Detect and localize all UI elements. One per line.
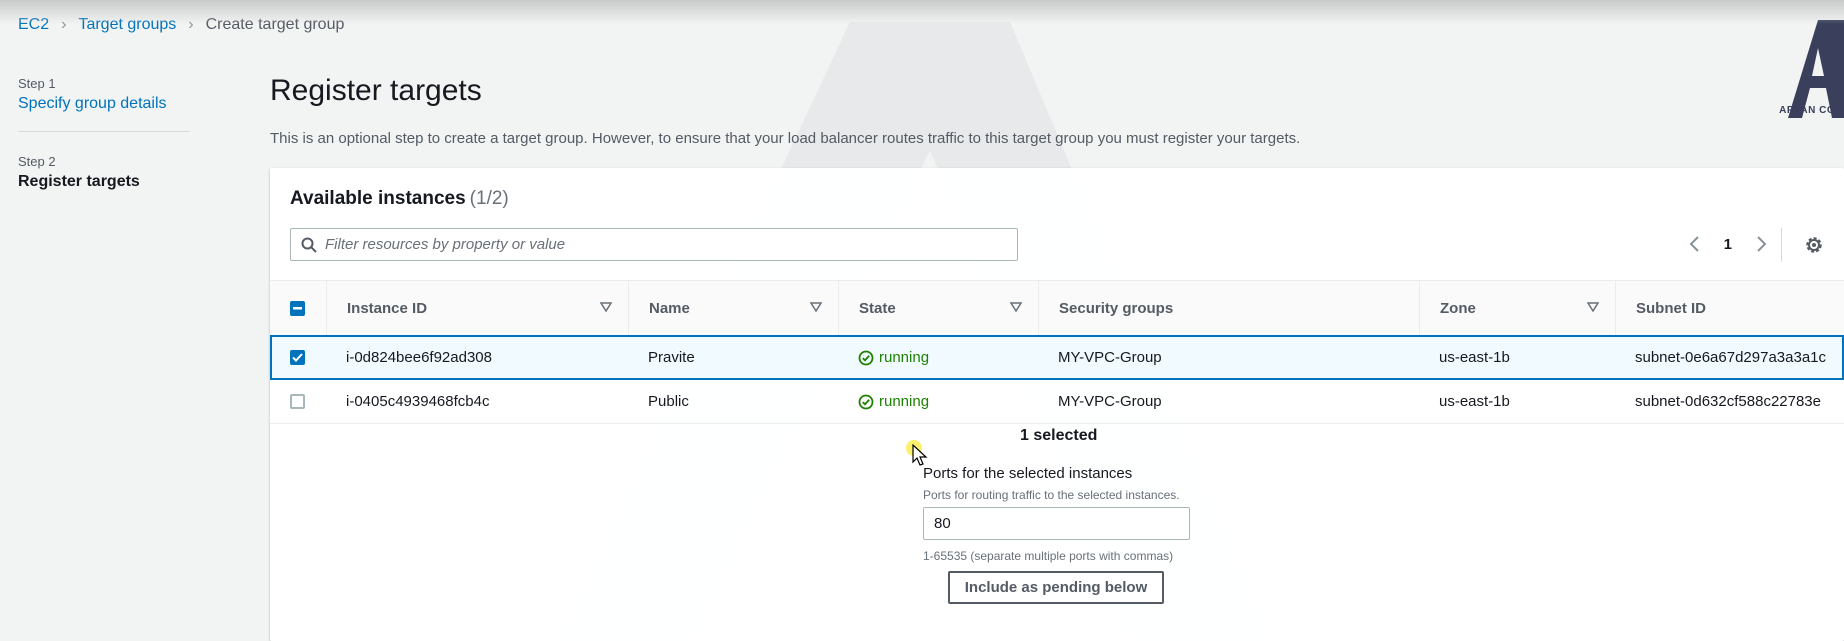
mouse-pointer-icon — [912, 444, 928, 466]
subnet-id: subnet-0d632cf588c22783e — [1635, 393, 1821, 410]
search-input[interactable] — [325, 236, 1005, 253]
sort-triangle-icon — [1010, 302, 1022, 313]
sort-triangle-icon — [600, 302, 612, 313]
panel-header: Available instances (1/2) — [290, 188, 509, 210]
state-label: running — [879, 393, 930, 410]
breadcrumb: EC2 › Target groups › Create target grou… — [18, 16, 344, 34]
column-subnet-id[interactable]: Subnet ID — [1615, 281, 1844, 335]
logo-text: ARYAN COM — [1779, 105, 1844, 116]
security-group: MY-VPC-Group — [1058, 349, 1162, 366]
check-icon — [292, 353, 303, 362]
chevron-right-icon: › — [61, 16, 67, 33]
instance-state: running — [858, 380, 929, 423]
panel-heading: Available instances — [290, 188, 466, 209]
gear-icon[interactable] — [1804, 235, 1824, 255]
instance-id: i-0d824bee6f92ad308 — [346, 349, 492, 366]
chevron-left-icon[interactable] — [1686, 234, 1704, 254]
breadcrumb-target-groups[interactable]: Target groups — [78, 16, 176, 34]
state-label: running — [879, 349, 930, 366]
select-all-cell — [270, 281, 326, 335]
step-2-title: Register targets — [18, 173, 140, 190]
row-checkbox[interactable] — [290, 394, 305, 409]
dash-icon — [293, 306, 302, 309]
table-row[interactable]: i-0d824bee6f92ad308 Pravite running MY-V… — [270, 335, 1844, 380]
pagination: 1 — [1686, 234, 1770, 254]
page-title: Register targets — [270, 74, 482, 107]
column-instance-id[interactable]: Instance ID — [326, 281, 628, 335]
search-field[interactable] — [290, 228, 1018, 261]
instance-state: running — [858, 337, 929, 378]
chevron-right-icon[interactable] — [1752, 234, 1770, 254]
ports-label: Ports for the selected instances — [923, 465, 1133, 482]
instances-table: Instance ID Name State Security groups Z… — [270, 280, 1844, 424]
step-divider — [18, 131, 190, 132]
column-label: Zone — [1440, 299, 1476, 317]
instance-name: Pravite — [648, 349, 695, 366]
ports-hint: 1-65535 (separate multiple ports with co… — [923, 549, 1174, 563]
security-group: MY-VPC-Group — [1058, 393, 1162, 410]
panel-count: (1/2) — [469, 188, 509, 209]
zone: us-east-1b — [1439, 393, 1510, 410]
select-all-checkbox[interactable] — [290, 300, 305, 316]
instance-id: i-0405c4939468fcb4c — [346, 393, 490, 410]
table-header: Instance ID Name State Security groups Z… — [270, 280, 1844, 336]
row-select-cell — [290, 337, 305, 378]
sort-triangle-icon — [1587, 302, 1599, 313]
ports-input[interactable] — [923, 507, 1190, 540]
step-1-link[interactable]: Specify group details — [18, 95, 190, 113]
column-label: State — [859, 299, 896, 317]
subnet-id: subnet-0e6a67d297a3a3a1c — [1635, 349, 1827, 366]
chevron-right-icon: › — [188, 16, 194, 33]
column-label: Security groups — [1059, 299, 1174, 317]
breadcrumb-ec2[interactable]: EC2 — [18, 16, 49, 34]
search-icon — [301, 237, 317, 253]
step-2-number: Step 2 — [18, 154, 56, 169]
sort-triangle-icon — [810, 302, 822, 313]
available-instances-panel: Available instances(1/2) 1 — [270, 168, 1844, 641]
include-as-pending-button[interactable]: Include as pending below — [948, 571, 1164, 604]
instance-name: Public — [648, 393, 689, 410]
column-security-groups[interactable]: Security groups — [1038, 281, 1419, 335]
selected-count: 1 selected — [1020, 427, 1098, 444]
page-description: This is an optional step to create a tar… — [270, 130, 1301, 147]
column-label: Name — [649, 299, 690, 317]
column-label: Subnet ID — [1636, 299, 1706, 317]
zone: us-east-1b — [1439, 349, 1510, 366]
column-state[interactable]: State — [838, 281, 1038, 335]
row-select-cell — [290, 380, 305, 423]
column-zone[interactable]: Zone — [1419, 281, 1615, 335]
settings-divider — [1781, 228, 1782, 262]
check-circle-icon — [858, 394, 874, 409]
check-circle-icon — [858, 350, 874, 365]
column-name[interactable]: Name — [628, 281, 838, 335]
table-row[interactable]: i-0405c4939468fcb4c Public running MY-VP… — [270, 380, 1844, 424]
wizard-steps: Step 1 Specify group details Step 2 Regi… — [18, 76, 190, 191]
column-label: Instance ID — [347, 299, 428, 317]
ports-description: Ports for routing traffic to the selecte… — [923, 488, 1180, 502]
step-1-number: Step 1 — [18, 76, 56, 91]
row-checkbox[interactable] — [290, 350, 305, 365]
breadcrumb-current: Create target group — [205, 16, 345, 33]
current-page[interactable]: 1 — [1724, 236, 1732, 253]
